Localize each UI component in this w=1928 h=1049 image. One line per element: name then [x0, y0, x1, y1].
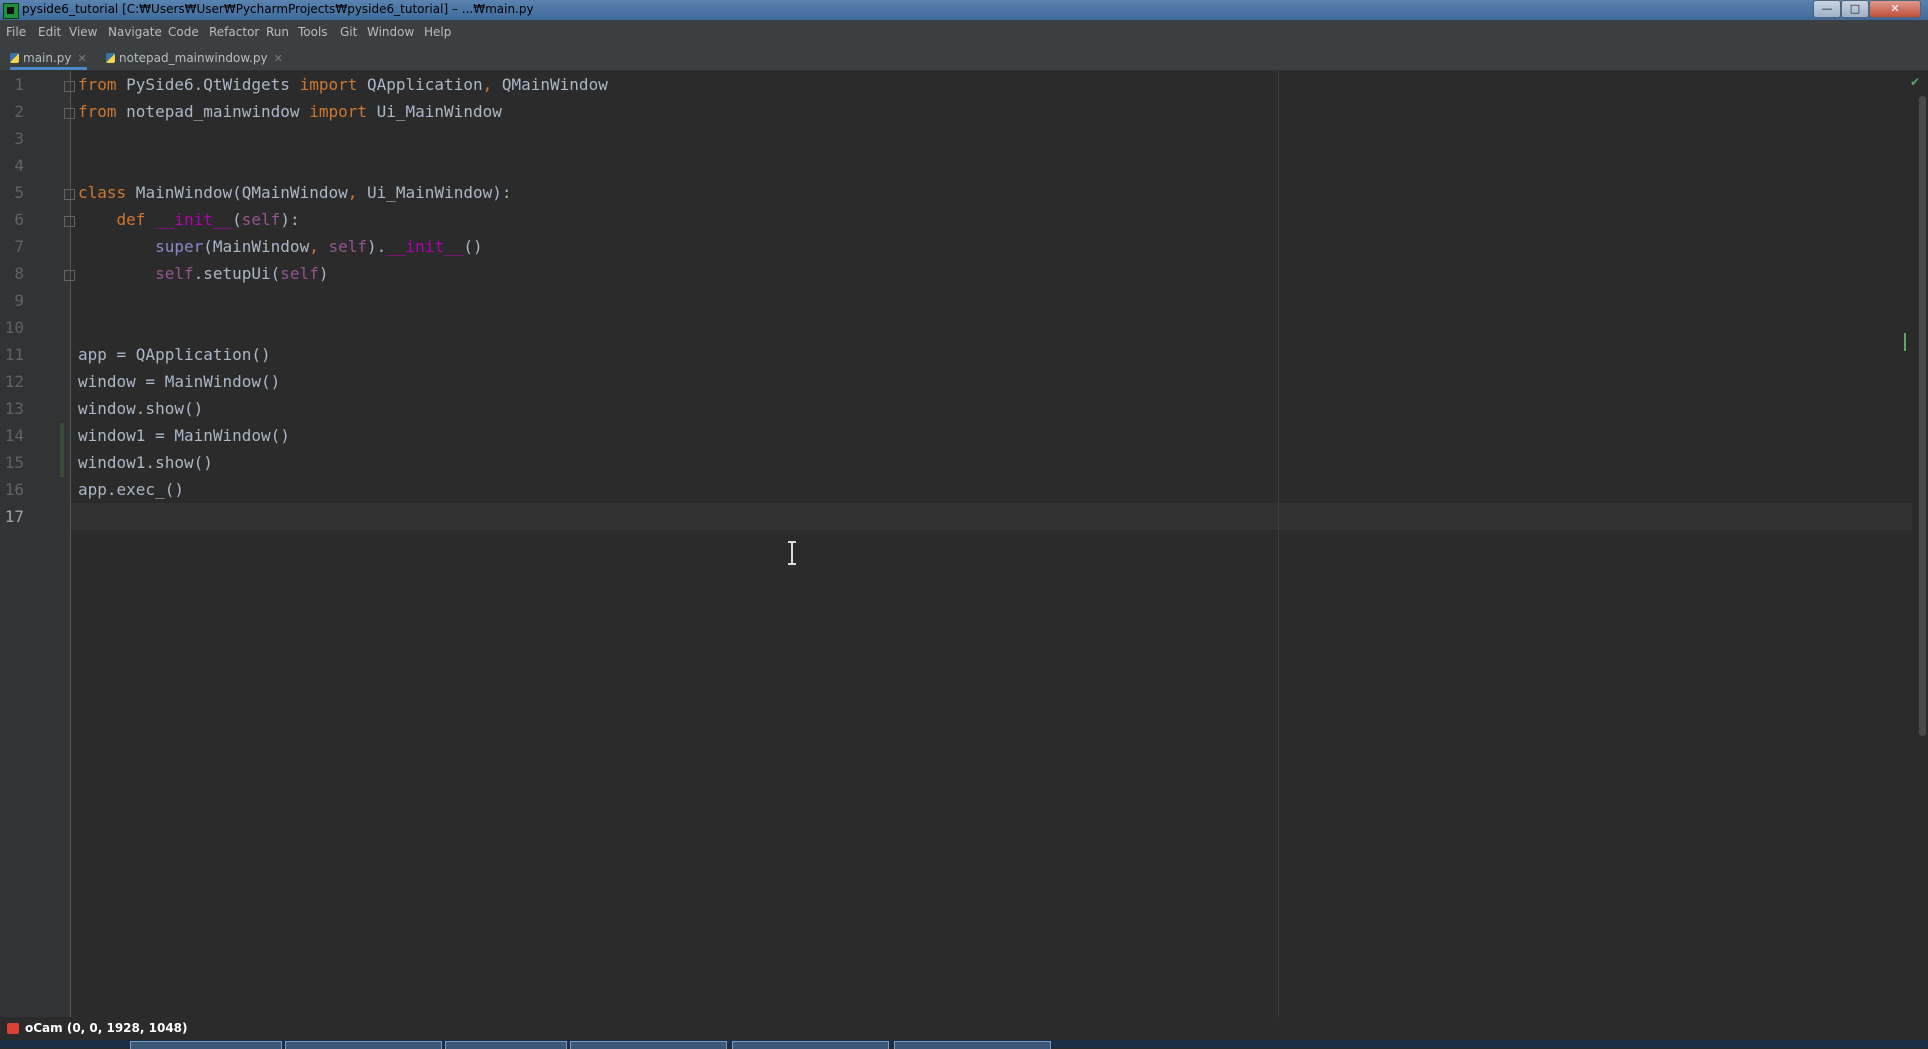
code-line: window.show()	[78, 399, 204, 418]
scrollbar-thumb[interactable]	[1919, 96, 1926, 736]
line-number: 1	[14, 75, 24, 94]
menu-run[interactable]: Run	[266, 25, 289, 39]
maximize-button[interactable]: □	[1841, 0, 1869, 18]
code-line: from PySide6.QtWidgets import QApplicati…	[78, 75, 608, 94]
ocam-icon	[7, 1023, 19, 1034]
fold-icon[interactable]	[64, 108, 75, 119]
code-line: app = QApplication()	[78, 345, 271, 364]
menu-window[interactable]: Window	[367, 25, 414, 39]
error-stripe-marker[interactable]	[1904, 333, 1906, 351]
python-file-icon	[10, 53, 19, 63]
tab-label: main.py	[23, 51, 72, 65]
line-number: 3	[14, 129, 24, 148]
checkmark-icon[interactable]: ✔	[1910, 75, 1920, 89]
line-number: 15	[4, 453, 24, 472]
code-area[interactable]: from PySide6.QtWidgets import QApplicati…	[78, 71, 1928, 1017]
menu-code[interactable]: Code	[168, 25, 199, 39]
code-line: window1.show()	[78, 453, 213, 472]
line-number: 11	[4, 345, 24, 364]
menu-help[interactable]: Help	[424, 25, 451, 39]
menu-file[interactable]: File	[6, 25, 26, 39]
fold-icon[interactable]	[64, 270, 75, 281]
fold-icon[interactable]	[64, 216, 75, 227]
menu-edit[interactable]: Edit	[38, 25, 61, 39]
ocam-label: oCam (0, 0, 1928, 1048)	[25, 1021, 188, 1035]
tab-label: notepad_mainwindow.py	[119, 51, 268, 65]
menu-view[interactable]: View	[69, 25, 97, 39]
line-number: 2	[14, 102, 24, 121]
code-line: window = MainWindow()	[78, 372, 281, 391]
python-file-icon	[106, 53, 115, 63]
code-line: app.exec_()	[78, 480, 184, 499]
title-bar: pyside6_tutorial [C:₩Users₩User₩PycharmP…	[0, 0, 1928, 20]
menu-refactor[interactable]: Refactor	[209, 25, 259, 39]
line-number-gutter: 1 2 3 4 5 6 7 8 9 10 11 12 13 14 15 16 1…	[0, 71, 75, 1017]
line-number: 16	[4, 480, 24, 499]
close-tab-icon[interactable]: ✕	[274, 52, 283, 65]
menu-navigate[interactable]: Navigate	[108, 25, 162, 39]
editor-tab-bar: main.py ✕ notepad_mainwindow.py ✕	[0, 46, 1928, 71]
line-number: 5	[14, 183, 24, 202]
ocam-overlay: oCam (0, 0, 1928, 1048)	[0, 1017, 1928, 1040]
line-number: 6	[14, 210, 24, 229]
code-line: from notepad_mainwindow import Ui_MainWi…	[78, 102, 502, 121]
line-number-current: 17	[4, 507, 24, 526]
menu-git[interactable]: Git	[340, 25, 357, 39]
fold-icon[interactable]	[64, 189, 75, 200]
tab-notepad-mainwindow-py[interactable]: notepad_mainwindow.py ✕	[106, 46, 283, 70]
line-number: 14	[4, 426, 24, 445]
code-line: self.setupUi(self)	[155, 264, 329, 283]
line-number: 9	[14, 291, 24, 310]
taskbar	[0, 1040, 1928, 1049]
tab-main-py[interactable]: main.py ✕	[10, 46, 87, 70]
close-button[interactable]: ✕	[1869, 0, 1921, 18]
menu-tools[interactable]: Tools	[298, 25, 328, 39]
vertical-scrollbar[interactable]	[1914, 71, 1928, 1017]
line-number: 4	[14, 156, 24, 175]
fold-icon[interactable]	[64, 81, 75, 92]
code-editor[interactable]: 1 2 3 4 5 6 7 8 9 10 11 12 13 14 15 16 1…	[0, 71, 1928, 1017]
line-number: 8	[14, 264, 24, 283]
pycharm-app-icon	[3, 3, 19, 19]
line-number: 12	[4, 372, 24, 391]
code-line: class MainWindow(QMainWindow, Ui_MainWin…	[78, 183, 512, 202]
text-cursor-icon	[788, 541, 796, 565]
minimize-button[interactable]: —	[1813, 0, 1841, 18]
line-number: 7	[14, 237, 24, 256]
code-line: super(MainWindow, self).__init__()	[155, 237, 483, 256]
window-title: pyside6_tutorial [C:₩Users₩User₩PycharmP…	[22, 2, 534, 16]
menu-bar: File Edit View Navigate Code Refactor Ru…	[0, 20, 1928, 47]
line-number: 10	[4, 318, 24, 337]
close-tab-icon[interactable]: ✕	[78, 52, 87, 65]
code-line: def __init__(self):	[116, 210, 300, 229]
vcs-change-marker[interactable]	[60, 423, 64, 477]
right-margin-guide	[1278, 71, 1279, 1017]
line-number: 13	[4, 399, 24, 418]
code-line: window1 = MainWindow()	[78, 426, 290, 445]
